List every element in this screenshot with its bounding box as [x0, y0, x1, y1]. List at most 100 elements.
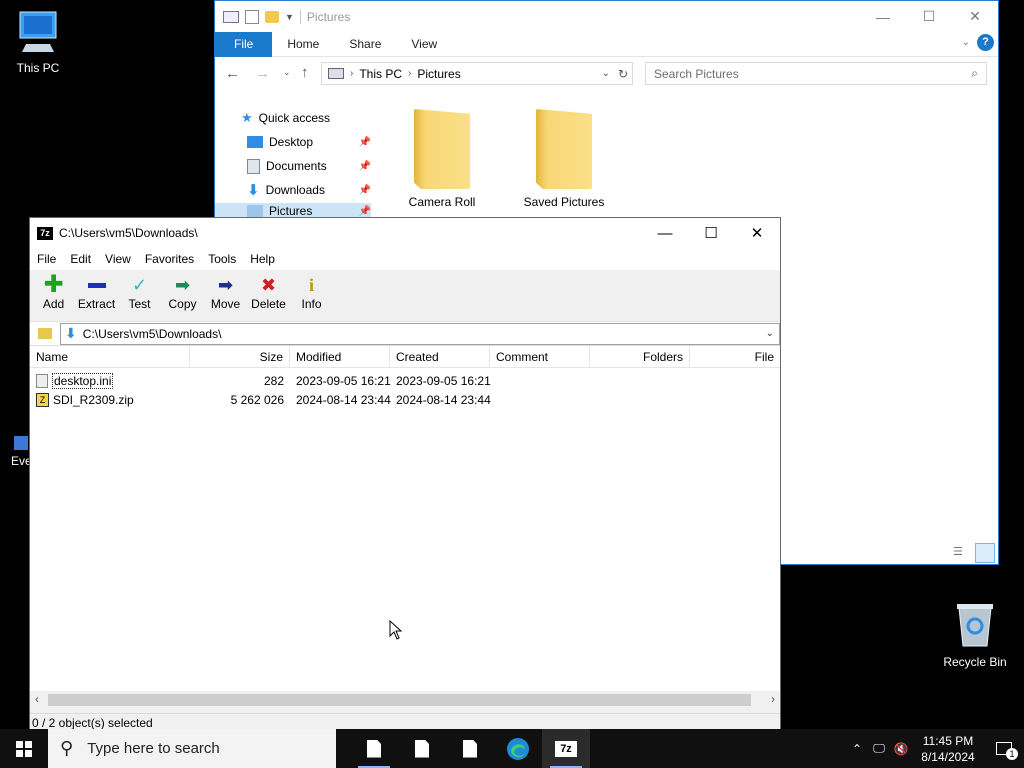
- address-bar[interactable]: › This PC › Pictures ⌄ ↻: [321, 62, 633, 85]
- delete-button[interactable]: ✖ Delete: [247, 270, 290, 321]
- folder-saved-pictures[interactable]: Saved Pictures: [509, 109, 619, 209]
- close-button[interactable]: ✕: [734, 218, 780, 248]
- taskbar-search-box[interactable]: ⚲ Type here to search: [48, 729, 336, 768]
- nav-label: Documents: [266, 159, 327, 173]
- file-list[interactable]: Name Size Modified Created Comment Folde…: [30, 345, 780, 691]
- extract-button[interactable]: Extract: [75, 270, 118, 321]
- search-icon: ⌕: [971, 66, 978, 80]
- maximize-button[interactable]: ☐: [688, 218, 734, 248]
- column-size[interactable]: Size: [190, 345, 290, 368]
- tool-label: Delete: [251, 297, 286, 311]
- path-input[interactable]: ⬇ C:\Users\vm5\Downloads\ ⌄: [60, 322, 780, 345]
- chevron-up-icon[interactable]: ⌃: [846, 742, 868, 756]
- minimize-button[interactable]: —: [860, 1, 906, 32]
- pin-icon: 📌: [358, 184, 371, 196]
- minimize-button[interactable]: —: [642, 218, 688, 248]
- info-button[interactable]: i Info: [290, 270, 333, 321]
- large-icons-view-button[interactable]: [975, 543, 995, 563]
- properties-icon[interactable]: [245, 9, 259, 24]
- menu-help[interactable]: Help: [243, 252, 282, 266]
- column-created[interactable]: Created: [390, 345, 490, 368]
- horizontal-scrollbar[interactable]: ‹ ›: [30, 691, 780, 709]
- breadcrumb-pictures[interactable]: Pictures: [417, 67, 460, 81]
- tool-label: Test: [128, 297, 151, 311]
- breadcrumb-separator-icon: ›: [350, 68, 354, 79]
- windows-logo-icon: [16, 740, 32, 757]
- help-icon[interactable]: ?: [977, 34, 994, 51]
- nav-quick-access[interactable]: ★ Quick access: [241, 107, 365, 129]
- table-row[interactable]: Z SDI_R2309.zip 5 262 026 2024-08-14 23:…: [30, 390, 780, 409]
- back-button[interactable]: ←: [225, 65, 240, 82]
- taskbar-app-notepad-2[interactable]: [398, 729, 446, 768]
- taskbar: ⚲ Type here to search 7z ⌃ 🖵 🔇 11:45 PM …: [0, 729, 1024, 768]
- ribbon-expand-icon[interactable]: ⌄: [962, 37, 970, 48]
- forward-button[interactable]: →: [255, 65, 270, 82]
- maximize-button[interactable]: ☐: [906, 1, 952, 32]
- taskbar-app-7zip[interactable]: 7z: [542, 729, 590, 768]
- menu-view[interactable]: View: [98, 252, 138, 266]
- edge-icon: [507, 737, 529, 760]
- menu-edit[interactable]: Edit: [63, 252, 98, 266]
- chevron-down-icon[interactable]: ⌄: [766, 328, 774, 339]
- column-file[interactable]: File: [690, 346, 780, 368]
- notification-center-button[interactable]: 1: [984, 729, 1024, 768]
- clock-time: 11:45 PM: [922, 733, 974, 748]
- table-row[interactable]: desktop.ini 282 2023-09-05 16:21 2023-09…: [30, 371, 780, 390]
- menu-tools[interactable]: Tools: [201, 252, 243, 266]
- column-folders[interactable]: Folders: [590, 345, 690, 368]
- details-view-button[interactable]: ☰: [953, 545, 971, 561]
- scroll-right-icon[interactable]: ›: [771, 692, 775, 706]
- 7zip-titlebar[interactable]: 7z C:\Users\vm5\Downloads\ — ☐ ✕: [30, 218, 780, 248]
- tab-share[interactable]: Share: [334, 32, 396, 57]
- menu-favorites[interactable]: Favorites: [138, 252, 201, 266]
- path-row: ⬇ C:\Users\vm5\Downloads\ ⌄: [30, 322, 780, 346]
- scroll-left-icon[interactable]: ‹: [35, 692, 39, 706]
- quick-access-toolbar: ▼ Pictures: [223, 9, 350, 24]
- desktop-icon-this-pc[interactable]: This PC: [0, 10, 76, 75]
- explorer-titlebar[interactable]: ▼ Pictures — ☐ ✕: [215, 1, 998, 32]
- taskbar-app-notepad-3[interactable]: [446, 729, 494, 768]
- address-dropdown-icon[interactable]: ⌄: [602, 68, 610, 79]
- refresh-icon[interactable]: ↻: [618, 67, 628, 81]
- start-button[interactable]: [0, 729, 48, 768]
- taskbar-app-notepad-1[interactable]: [350, 729, 398, 768]
- menu-file[interactable]: File: [30, 252, 63, 266]
- up-folder-icon[interactable]: [34, 324, 56, 344]
- nav-item-desktop[interactable]: Desktop 📌: [247, 131, 371, 153]
- clock-date: 8/14/2024: [921, 749, 975, 764]
- network-icon[interactable]: 🖵: [868, 741, 890, 756]
- new-folder-icon[interactable]: [265, 10, 279, 23]
- test-button[interactable]: ✓ Test: [118, 270, 161, 321]
- column-name[interactable]: Name: [30, 345, 190, 368]
- search-icon: ⚲: [60, 738, 74, 758]
- tab-view[interactable]: View: [396, 32, 452, 57]
- 7zip-app-icon: 7z: [555, 740, 577, 757]
- chevron-down-icon[interactable]: ▼: [285, 12, 294, 22]
- 7zip-window[interactable]: 7z C:\Users\vm5\Downloads\ — ☐ ✕ File Ed…: [29, 217, 781, 731]
- folder-label: Camera Roll: [408, 195, 476, 209]
- close-button[interactable]: ✕: [952, 1, 998, 32]
- taskbar-app-edge[interactable]: [494, 729, 542, 768]
- volume-muted-icon[interactable]: 🔇: [890, 742, 912, 756]
- notification-badge: 1: [1006, 748, 1018, 760]
- tool-label: Add: [42, 297, 65, 311]
- recent-locations-button[interactable]: ⌄: [283, 67, 291, 78]
- document-icon: [415, 739, 429, 758]
- desktop-icon-recycle-bin[interactable]: Recycle Bin: [937, 602, 1013, 669]
- scroll-thumb[interactable]: [48, 694, 751, 706]
- tab-file[interactable]: File: [215, 31, 273, 57]
- folder-camera-roll[interactable]: Camera Roll: [387, 109, 497, 209]
- add-button[interactable]: ✚ Add: [32, 270, 75, 321]
- move-button[interactable]: ➡ Move: [204, 270, 247, 321]
- column-comment[interactable]: Comment: [490, 345, 590, 368]
- tab-home[interactable]: Home: [272, 32, 334, 57]
- up-button[interactable]: ↑: [301, 64, 309, 81]
- nav-item-documents[interactable]: Documents 📌: [247, 155, 371, 177]
- clock[interactable]: 11:45 PM 8/14/2024: [912, 733, 984, 765]
- search-input[interactable]: Search Pictures ⌕: [645, 62, 987, 85]
- nav-label: Pictures: [269, 204, 313, 218]
- copy-button[interactable]: ➡ Copy: [161, 270, 204, 321]
- breadcrumb-this-pc[interactable]: This PC: [359, 67, 402, 81]
- column-modified[interactable]: Modified: [290, 345, 390, 368]
- nav-item-downloads[interactable]: ⬇ Downloads 📌: [247, 179, 371, 201]
